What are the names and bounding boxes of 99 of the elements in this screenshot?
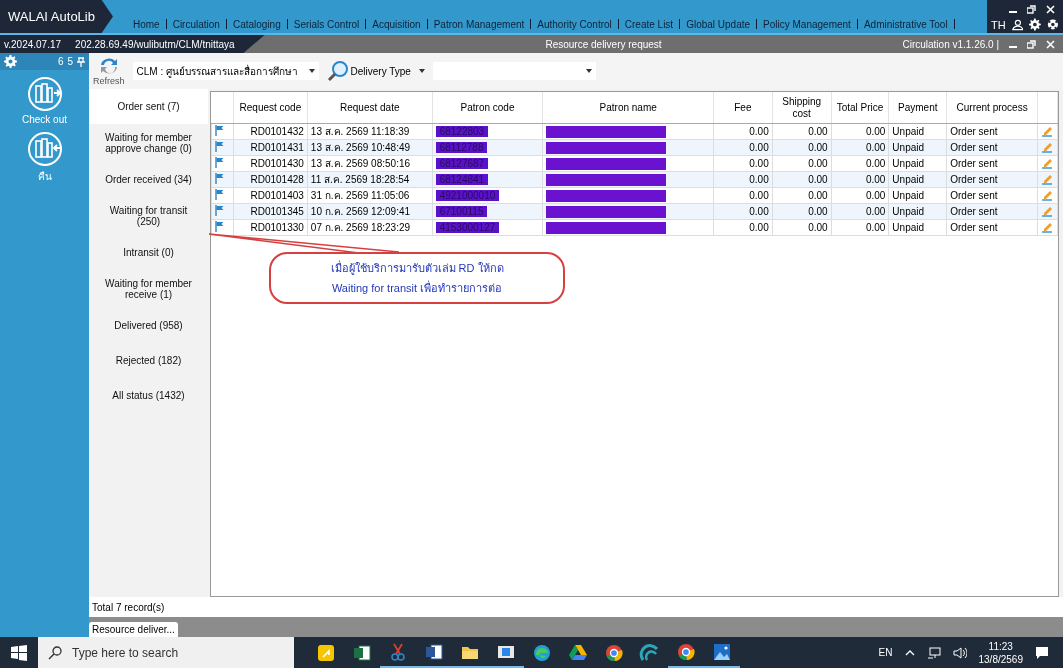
table-cell: 68122803 xyxy=(435,126,489,137)
notification-icon[interactable] xyxy=(1035,645,1049,660)
restore-icon[interactable] xyxy=(1027,4,1036,14)
menu-item[interactable]: Authority Control xyxy=(537,19,612,30)
menu-item[interactable]: Serials Control xyxy=(293,19,360,30)
table-cell: 0.00 xyxy=(713,123,773,140)
flag-icon[interactable] xyxy=(215,221,224,232)
counter-label: 6 xyxy=(57,56,64,67)
menu-item[interactable]: Acquisition xyxy=(372,19,421,30)
table-cell: 68112788 xyxy=(435,142,488,153)
refresh-button[interactable]: Refresh xyxy=(93,56,125,86)
clock-date[interactable]: 13/8/2569 xyxy=(978,652,1023,666)
table-cell: 68127687 xyxy=(435,158,489,169)
column-header: Current process xyxy=(946,92,1038,124)
table-cell: Order sent xyxy=(946,155,1038,172)
table-cell: Order sent xyxy=(946,123,1038,140)
column-header: Shipping cost xyxy=(772,92,832,124)
table-cell: Unpaid xyxy=(888,123,947,140)
table-cell: 0.00 xyxy=(713,187,773,204)
flag-icon[interactable] xyxy=(215,173,224,184)
menu-item[interactable]: Create List xyxy=(624,19,674,30)
menu-item[interactable]: Home xyxy=(132,19,160,30)
counter-label: 5 xyxy=(67,56,73,67)
ball-icon[interactable] xyxy=(1047,18,1059,31)
table-cell: RD0101432 xyxy=(233,123,308,140)
menu-item[interactable]: Circulation xyxy=(172,19,220,30)
table-cell: 0.00 xyxy=(713,155,773,172)
table-cell: 0.00 xyxy=(772,187,832,204)
delivery-type-label: Delivery Type xyxy=(350,65,411,77)
table-cell: 31 ก.ค. 2569 11:05:06 xyxy=(307,187,433,204)
settings-icon[interactable] xyxy=(1029,18,1042,31)
column-header: Payment xyxy=(888,92,947,124)
window-title: Resource delivery request xyxy=(544,38,663,50)
column-header: Request date xyxy=(307,92,433,124)
column-header: Fee xyxy=(713,92,773,124)
flag-icon[interactable] xyxy=(215,205,224,216)
menu-item[interactable]: Patron Management xyxy=(433,19,525,30)
window-tab[interactable]: Resource deliver... xyxy=(89,622,178,637)
table-cell: RD0101403 xyxy=(233,187,308,204)
table-cell: RD0101330 xyxy=(233,219,308,236)
checkout-icon[interactable] xyxy=(26,76,63,112)
table-cell: Order sent xyxy=(946,219,1038,236)
flag-icon[interactable] xyxy=(215,125,224,136)
module-version: Circulation v1.1.26.0 | xyxy=(902,38,999,50)
flag-icon[interactable] xyxy=(215,189,224,200)
record-count: Total 7 record(s) xyxy=(89,597,1063,617)
table-cell: 13 ส.ค. 2569 08:50:16 xyxy=(307,155,433,172)
table-cell: 67100115 xyxy=(435,206,488,217)
language-indicator[interactable]: EN xyxy=(878,647,893,658)
library-dropdown[interactable]: CLM : ศูนย์บรรณสารและสื่อการศึกษา xyxy=(132,62,319,80)
flag-icon[interactable] xyxy=(215,157,224,168)
column-header: Total Price xyxy=(831,92,889,124)
table-cell: 0.00 xyxy=(772,219,832,236)
pin-icon[interactable] xyxy=(77,56,85,67)
status-tab[interactable]: Order sent (7) xyxy=(89,89,208,124)
network-icon[interactable] xyxy=(926,646,941,659)
start-icon[interactable] xyxy=(11,644,27,661)
language-button[interactable]: TH xyxy=(991,18,1006,31)
table-cell: 0.00 xyxy=(772,155,832,172)
table-cell: 68124841 xyxy=(435,174,489,185)
table-cell: 0.00 xyxy=(772,123,832,140)
annotation-callout: เมื่อผู้ใช้บริการมารับตัวเล่ม RD ให้กด Waiting for transit เพื่อทำรายการต่อ xyxy=(269,252,565,304)
app-logo: WALAI AutoLib xyxy=(0,0,113,33)
table-cell: Unpaid xyxy=(888,219,947,236)
search-icon[interactable] xyxy=(326,60,349,82)
table-cell: 07 ก.ค. 2569 18:23:29 xyxy=(307,219,433,236)
return-icon[interactable] xyxy=(26,131,63,167)
table-cell: 13 ส.ค. 2569 11:18:39 xyxy=(307,123,433,140)
close-icon[interactable] xyxy=(1046,4,1055,14)
caret-icon[interactable] xyxy=(585,69,592,73)
column-header: Request code xyxy=(233,92,308,124)
search-icon xyxy=(48,645,62,660)
user-icon[interactable] xyxy=(1011,18,1024,31)
menu-item[interactable]: Administrative Tool xyxy=(863,19,948,30)
table-cell: 0.00 xyxy=(713,219,773,236)
clock-time[interactable]: 11:23 xyxy=(988,639,1013,653)
table-cell: 4921000010 xyxy=(435,190,500,201)
server-path: 202.28.69.49/wulibutm/CLM/tnittaya xyxy=(75,38,235,50)
table-cell: 0.00 xyxy=(831,123,889,140)
chevron-up-icon[interactable] xyxy=(904,649,915,656)
table-cell: 0.00 xyxy=(831,155,889,172)
caret-icon[interactable] xyxy=(308,69,315,73)
search-field[interactable]: Type here to search xyxy=(38,637,294,668)
table-cell: 4153000127 xyxy=(435,222,500,233)
table-cell: Order sent xyxy=(946,187,1038,204)
table-cell: Unpaid xyxy=(888,187,947,204)
flag-icon[interactable] xyxy=(215,141,224,152)
version-label: v.2024.07.17 xyxy=(4,38,62,50)
table-cell: Unpaid xyxy=(888,155,947,172)
caret-icon[interactable] xyxy=(418,69,425,73)
menu-item[interactable]: Policy Management xyxy=(763,19,851,30)
volume-icon[interactable] xyxy=(952,646,967,659)
column-header: Patron name xyxy=(542,92,714,124)
table-cell: RD0101430 xyxy=(233,155,308,172)
table-cell: 0.00 xyxy=(831,219,889,236)
menu-item[interactable]: Global Update xyxy=(686,19,751,30)
menu-item[interactable]: Cataloging xyxy=(232,19,281,30)
column-header: Patron code xyxy=(432,92,543,124)
table-cell: 0.00 xyxy=(831,187,889,204)
